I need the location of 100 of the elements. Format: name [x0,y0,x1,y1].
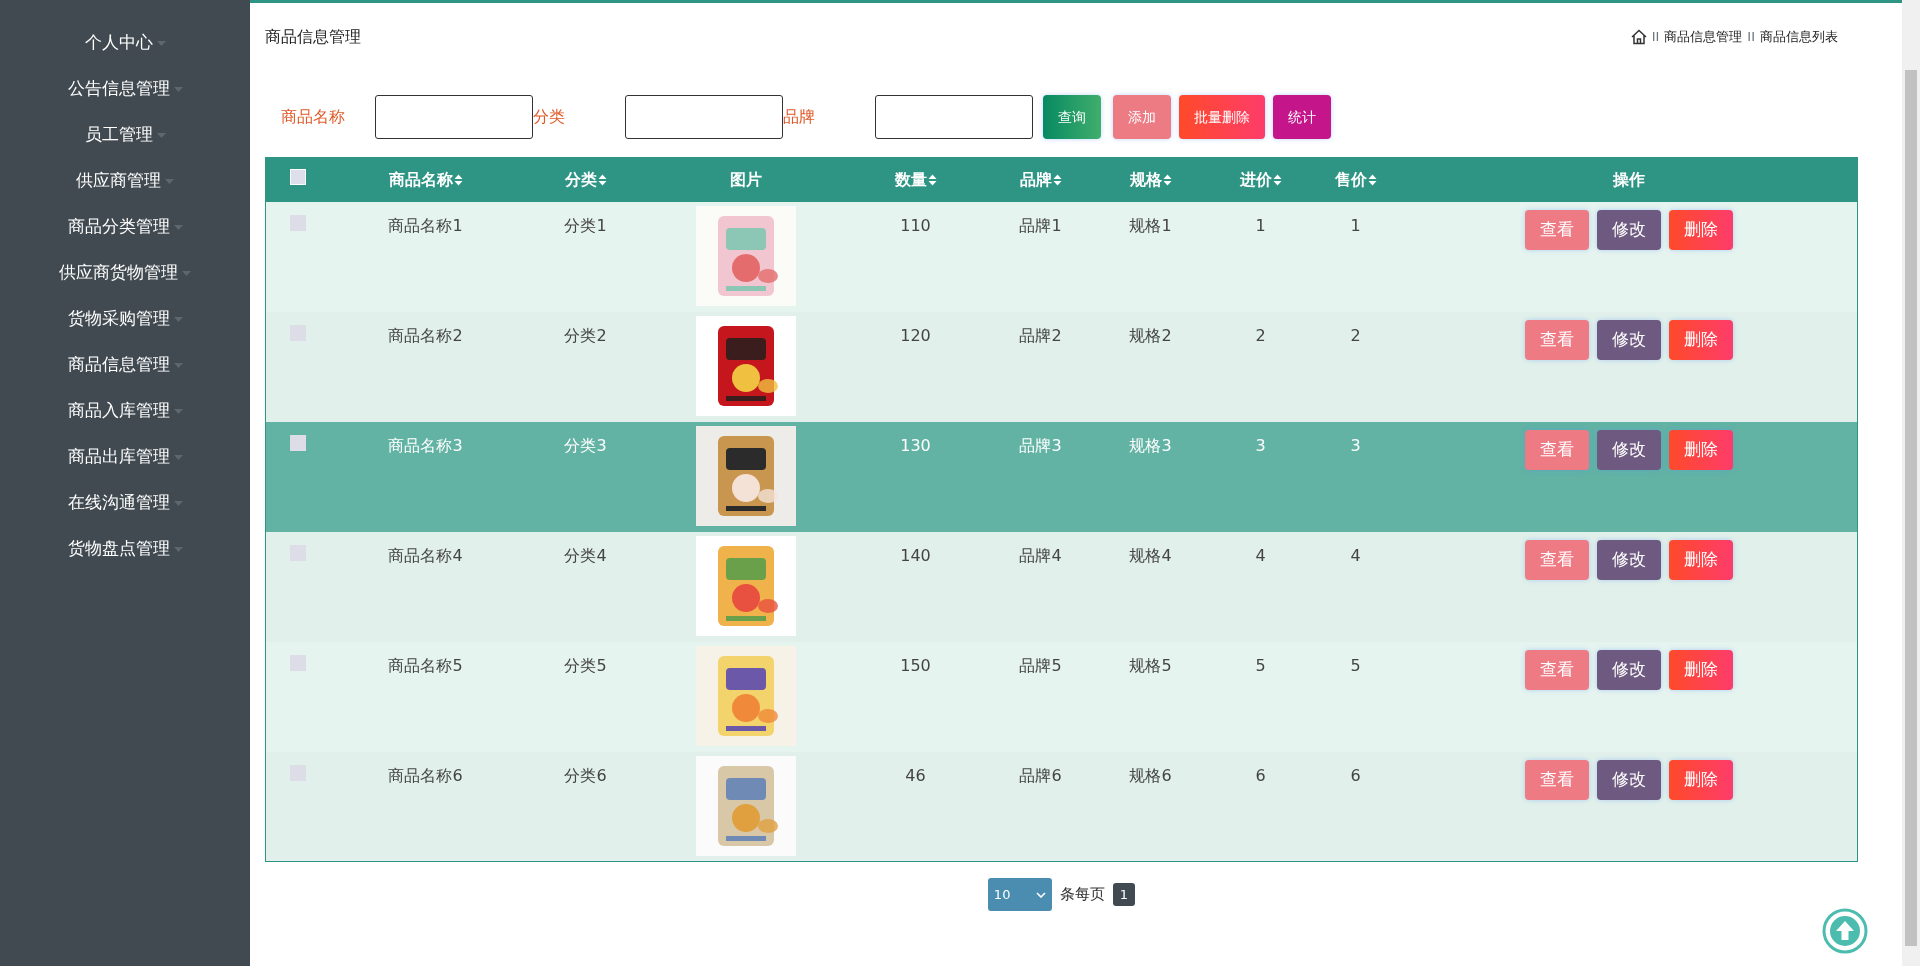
menu-item[interactable]: 个人中心 [84,30,153,56]
chevron-down-icon [1035,891,1046,898]
table-cell: 规格6 [1129,765,1172,785]
row-action-button[interactable]: 删除 [1668,539,1733,580]
select-all-checkbox[interactable] [290,168,307,185]
row-action-button[interactable]: 删除 [1668,759,1733,800]
search-field[interactable] [375,95,533,139]
table-cell: 分类4 [564,545,607,565]
table-cell: 品牌3 [1019,435,1062,455]
table-row[interactable]: 商品名称1 分类1 110 品牌1 规格1 1 1 查看 修改 删除 [265,201,1858,312]
column-header[interactable]: 品牌 [1019,167,1052,192]
caret-icon [173,362,183,368]
caret-icon [156,40,166,46]
page-button[interactable]: 1 [1112,882,1136,907]
field-label: 分类 [533,106,566,128]
table-cell: 2 [1255,325,1266,345]
menu-item[interactable]: 商品信息管理 [67,352,170,378]
table-cell: 5 [1350,655,1361,675]
column-header[interactable]: 数量 [894,167,927,192]
caret-icon [173,546,183,552]
row-checkbox[interactable] [290,434,307,451]
table-cell: 规格2 [1129,325,1172,345]
page-title: 商品信息管理 [264,26,361,48]
table-cell: 130 [900,435,931,455]
table-row[interactable]: 商品名称4 分类4 140 品牌4 规格4 4 4 查看 修改 删除 [265,531,1858,642]
table-cell: 46 [905,765,926,785]
table-row[interactable]: 商品名称2 分类2 120 品牌2 规格2 2 2 查看 修改 删除 [265,311,1858,422]
table-cell: 1 [1255,215,1266,235]
menu-item[interactable]: 在线沟通管理 [67,490,170,516]
menu-item[interactable]: 货物采购管理 [67,306,170,332]
search-field[interactable] [875,95,1033,139]
row-action-button[interactable]: 修改 [1596,429,1661,470]
table-cell: 分类5 [564,655,607,675]
table-cell: 商品名称6 [388,765,463,785]
table-cell: 3 [1255,435,1266,455]
page-size-select[interactable]: 10 [987,878,1052,911]
table-cell: 品牌4 [1019,545,1062,565]
column-header: 图片 [729,168,762,191]
column-header: 操作 [1612,168,1645,191]
table-cell: 1 [1350,215,1361,235]
field-label: 品牌 [783,106,816,128]
row-action-button[interactable]: 修改 [1596,539,1661,580]
menu-item[interactable]: 商品入库管理 [67,398,170,424]
table-cell: 分类6 [564,765,607,785]
table-cell: 规格4 [1129,545,1172,565]
caret-icon [173,224,183,230]
scroll-to-top-button[interactable] [1822,908,1868,954]
menu-item[interactable]: 商品出库管理 [67,444,170,470]
table-cell: 3 [1350,435,1361,455]
row-action-button[interactable]: 修改 [1596,209,1661,250]
table-cell: 140 [900,545,931,565]
row-action-button[interactable]: 删除 [1668,209,1733,250]
menu-item[interactable]: 货物盘点管理 [67,536,170,562]
table-cell: 商品名称2 [388,325,463,345]
menu-item[interactable]: 公告信息管理 [67,76,170,102]
menu-item[interactable]: 商品分类管理 [67,214,170,240]
table-row[interactable]: 商品名称6 分类6 46 品牌6 规格6 6 6 查看 修改 删除 [265,751,1858,862]
search-action-button[interactable]: 批量删除 [1179,95,1265,139]
menu-item[interactable]: 供应商货物管理 [59,260,178,286]
table-cell: 6 [1255,765,1266,785]
table-cell: 商品名称4 [388,545,463,565]
search-action-button[interactable]: 查询 [1043,95,1101,139]
table-cell: 品牌1 [1019,215,1062,235]
table-cell: 5 [1255,655,1266,675]
table-cell: 150 [900,655,931,675]
table-cell: 分类3 [564,435,607,455]
table-cell: 规格5 [1129,655,1172,675]
column-header[interactable]: 分类 [564,167,597,192]
breadcrumb-separator: II [1651,28,1660,46]
scrollbar[interactable] [1902,0,1920,966]
row-action-button[interactable]: 修改 [1596,759,1661,800]
row-action-button[interactable]: 修改 [1596,649,1661,690]
row-action-button[interactable]: 删除 [1668,429,1733,470]
table-cell: 商品名称5 [388,655,463,675]
home-icon[interactable] [1630,28,1647,45]
column-header[interactable]: 进价 [1239,167,1272,192]
row-action-button[interactable]: 修改 [1596,319,1661,360]
caret-icon [173,316,183,322]
column-header[interactable]: 规格 [1129,167,1162,192]
caret-icon [173,86,183,92]
caret-icon [156,132,166,138]
table-cell: 规格3 [1129,435,1172,455]
caret-icon [173,454,183,460]
breadcrumb-item[interactable]: 商品信息管理 [1664,27,1743,47]
menu-item[interactable]: 员工管理 [84,122,153,148]
row-action-button[interactable]: 删除 [1668,649,1733,690]
caret-icon [182,270,191,276]
table-cell: 110 [900,215,931,235]
field-label: 商品名称 [280,106,346,128]
caret-icon [173,500,183,506]
caret-icon [165,178,174,184]
table-row[interactable]: 商品名称3 分类3 130 品牌3 规格3 3 3 查看 修改 删除 [265,421,1858,532]
search-field[interactable] [625,95,783,139]
column-header[interactable]: 商品名称 [388,167,453,192]
search-action-button[interactable]: 统计 [1273,95,1331,139]
table-cell: 2 [1350,325,1361,345]
table-row[interactable]: 商品名称5 分类5 150 品牌5 规格5 5 5 查看 修改 删除 [265,641,1858,752]
row-action-button[interactable]: 删除 [1668,319,1733,360]
menu-item[interactable]: 供应商管理 [76,168,161,194]
caret-icon [173,408,183,414]
